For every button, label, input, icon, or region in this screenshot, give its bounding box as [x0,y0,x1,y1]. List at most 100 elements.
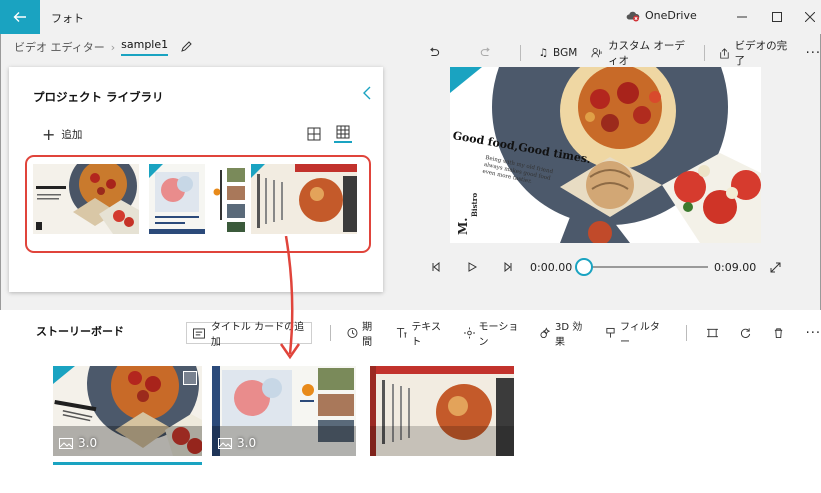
motion-button[interactable]: モーション [463,318,525,348]
small-grid-view-icon [336,125,350,139]
flyer-image [149,164,205,234]
chevron-left-icon[interactable] [361,85,373,101]
audio-person-icon [591,47,602,58]
toolbar-divider [685,325,687,341]
text-label: テキスト [411,322,442,348]
toolbar-divider [330,325,332,341]
seek-track[interactable] [584,266,708,268]
menu-spread-image [251,164,357,234]
skip-forward-button[interactable] [500,259,516,275]
clip-duration-value: 3.0 [78,436,98,450]
clip-thumbnail-image [370,366,514,456]
onedrive-status[interactable]: OneDrive [626,9,697,22]
skip-forward-icon [504,262,512,272]
toolbar-divider [703,45,705,61]
title-bar: フォト OneDrive [0,0,821,34]
plus-icon: + [42,124,56,144]
custom-audio-label: カスタム オーディオ [608,40,685,67]
storyboard-more-button[interactable]: ··· [806,326,821,341]
duration-label: 期間 [362,322,373,348]
pencil-icon[interactable] [180,41,192,53]
title-card-icon [193,327,205,339]
small-grid-view-button[interactable] [334,125,352,143]
bgm-label: BGM [553,47,578,59]
library-thumbnail[interactable] [149,164,205,234]
onedrive-label: OneDrive [645,9,697,22]
onedrive-error-icon [626,11,640,21]
preview-image [450,67,761,243]
chevron-right-icon: › [110,40,116,54]
fullscreen-button[interactable] [767,259,783,275]
play-icon [468,262,477,272]
clip-duration: 3.0 [59,436,97,450]
preview-brand-mark: M. [456,217,470,235]
add-media-button[interactable]: + 追加 [42,124,83,144]
finish-video-label: ビデオの完了 [734,40,788,67]
image-icon [59,437,73,449]
clip-duration: 3.0 [218,436,256,450]
duration-button[interactable]: 期間 [347,318,380,348]
trash-icon[interactable] [773,327,784,339]
rotate-icon[interactable] [740,327,751,339]
3d-effects-label: 3D 効果 [555,322,583,348]
storyboard-title: ストーリーボード [36,325,124,338]
custom-audio-button[interactable]: カスタム オーディオ [591,38,690,68]
filter-icon [606,327,615,338]
storyboard-clip[interactable]: 3.0 [212,366,356,456]
menu-image [211,164,247,234]
library-thumbnail[interactable] [211,164,247,234]
arrow-left-icon [13,12,26,22]
toolbar-divider [519,45,521,61]
more-options-button[interactable]: ··· [806,46,821,61]
end-time: 0:09.00 [714,261,757,274]
filter-button[interactable]: フィルター [605,318,666,348]
finish-video-button[interactable]: ビデオの完了 [719,38,788,68]
skip-back-icon [432,262,440,272]
close-button[interactable] [799,6,821,28]
3d-effects-icon [540,327,551,339]
expand-icon [770,262,780,272]
bgm-button[interactable]: ♫ BGM [539,47,578,59]
motion-label: モーション [478,322,519,348]
maximize-button[interactable] [766,6,788,28]
play-button[interactable] [464,259,480,275]
editor-toolbar: ♫ BGM カスタム オーディオ ビデオの完了 ··· [428,38,821,68]
redo-icon[interactable] [480,46,492,60]
seek-thumb[interactable] [575,258,593,276]
drag-arrow-icon [279,236,301,360]
storyboard-clip[interactable] [370,366,514,456]
skip-back-button[interactable] [428,259,444,275]
selected-clip-indicator [53,462,202,465]
project-library-panel: プロジェクト ライブラリ + 追加 [9,67,383,292]
library-thumbnail[interactable] [33,164,139,234]
3d-effects-button[interactable]: 3D 効果 [540,318,589,348]
image-icon [218,437,232,449]
undo-icon[interactable] [428,46,440,60]
export-icon [720,47,729,59]
breadcrumb-root[interactable]: ビデオ エディター [14,39,105,55]
text-icon [397,327,407,338]
app-title: フォト [51,12,84,25]
food-collage-image [33,164,139,234]
library-thumbnail[interactable] [251,164,357,234]
close-icon [805,12,815,22]
motion-icon [463,327,475,339]
filter-label: フィルター [620,322,660,348]
clip-select-checkbox[interactable] [183,371,197,385]
minimize-button[interactable] [731,6,753,28]
video-preview[interactable]: Good food,Good times. Being with my old … [450,67,761,243]
current-time: 0:00.00 [530,261,573,274]
clip-duration-value: 3.0 [237,436,257,450]
maximize-icon [772,12,782,22]
library-title: プロジェクト ライブラリ [33,90,164,104]
add-label: 追加 [61,129,83,141]
resize-icon[interactable] [706,327,718,339]
text-button[interactable]: テキスト [396,318,447,348]
storyboard-clip[interactable]: 3.0 [53,366,202,456]
preview-brand: Bistro [470,192,479,217]
music-note-icon: ♫ [538,47,549,59]
project-name[interactable]: sample1 [121,38,169,56]
clock-icon [347,328,358,338]
large-grid-view-icon[interactable] [307,127,321,141]
back-button[interactable] [0,0,40,34]
